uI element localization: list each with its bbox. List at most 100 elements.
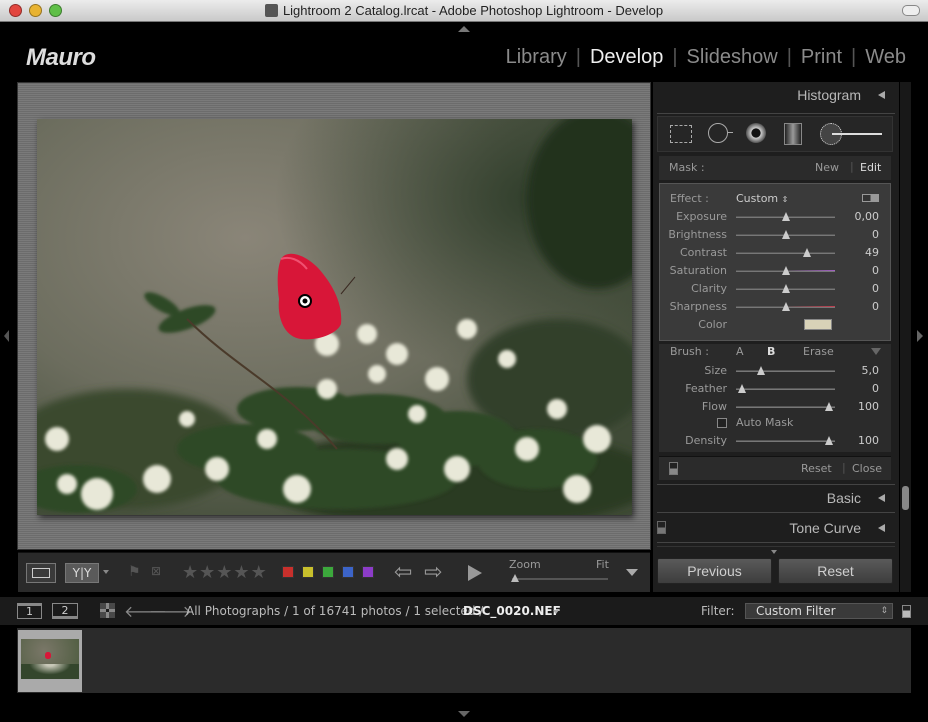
flow-slider-knob[interactable]	[825, 402, 833, 411]
histogram-label: Histogram	[797, 87, 861, 103]
filter-label: Filter:	[701, 604, 735, 618]
next-photo-arrow-icon[interactable]: ⇨	[424, 560, 442, 585]
chevron-down-icon[interactable]	[103, 570, 109, 574]
color-label-red[interactable]	[282, 566, 294, 578]
color-label-blue[interactable]	[342, 566, 354, 578]
filmstrip-thumbnail-selected[interactable]	[18, 630, 82, 692]
bottom-panel-toggle-arrow[interactable]	[458, 711, 470, 717]
zoom-slider-track[interactable]	[512, 578, 608, 580]
basic-panel-header[interactable]: Basic	[653, 485, 895, 511]
develop-toolbar: Y|Y ⚑ ⊠ ★★★★★ ⇦ ⇨ Zoom Fit	[18, 552, 650, 592]
mask-new-button[interactable]: New	[815, 161, 839, 174]
exposure-value[interactable]: 0,00	[839, 210, 880, 223]
size-value[interactable]: 5,0	[839, 364, 880, 377]
feather-value[interactable]: 0	[839, 382, 879, 395]
previous-button[interactable]: Previous	[657, 558, 772, 584]
spot-removal-icon[interactable]	[708, 123, 728, 143]
tone-curve-panel-header[interactable]: Tone Curve	[653, 515, 895, 541]
tool-close-button[interactable]: Close	[852, 462, 882, 475]
left-panel-toggle-arrow[interactable]	[4, 330, 9, 342]
tool-on-off-switch[interactable]	[669, 462, 678, 475]
main-window-button[interactable]: 1	[17, 603, 42, 619]
red-eye-icon[interactable]	[746, 123, 766, 143]
right-panel-scrollbar[interactable]	[900, 82, 911, 592]
saturation-slider-knob[interactable]	[782, 266, 790, 275]
density-slider[interactable]	[736, 440, 835, 442]
previous-photo-arrow-icon[interactable]: ⇦	[394, 560, 412, 585]
mask-edit-button[interactable]: Edit	[860, 161, 881, 174]
tool-reset-button[interactable]: Reset	[801, 462, 832, 475]
feather-slider[interactable]	[736, 388, 835, 390]
contrast-slider[interactable]	[736, 252, 835, 254]
grid-view-icon[interactable]	[100, 603, 115, 618]
brush-collapse-triangle-icon[interactable]	[871, 348, 881, 355]
auto-mask-checkbox[interactable]	[717, 418, 727, 428]
clarity-slider-knob[interactable]	[782, 284, 790, 293]
saturation-value[interactable]: 0	[839, 264, 879, 277]
clarity-label: Clarity	[691, 282, 727, 295]
collapse-triangle-icon[interactable]	[878, 524, 885, 532]
filmstrip-breadcrumb[interactable]: All Photographs / 1 of 16741 photos / 1 …	[186, 604, 483, 618]
mask-row: Mask : New | Edit	[659, 156, 891, 180]
window-title: Lightroom 2 Catalog.lrcat - Adobe Photos…	[282, 3, 664, 18]
graduated-filter-icon[interactable]	[784, 123, 802, 145]
size-slider[interactable]	[736, 370, 835, 372]
right-panel-toggle-arrow[interactable]	[917, 330, 923, 342]
flow-value[interactable]: 100	[839, 400, 879, 413]
color-label: Color	[698, 318, 727, 331]
module-develop[interactable]: Develop	[590, 46, 663, 68]
brightness-slider-knob[interactable]	[782, 230, 790, 239]
clarity-value[interactable]: 0	[839, 282, 879, 295]
second-window-button[interactable]: 2	[52, 603, 78, 619]
module-slideshow[interactable]: Slideshow	[687, 46, 778, 68]
toolbar-toggle-button[interactable]	[902, 5, 920, 16]
contrast-value[interactable]: 49	[839, 246, 879, 259]
size-slider-knob[interactable]	[757, 366, 765, 375]
effect-preset-select[interactable]: Custom ⇕	[736, 192, 788, 205]
filter-lock-switch[interactable]	[902, 605, 911, 618]
reject-flag-icon[interactable]: ⊠	[151, 564, 163, 580]
brush-erase-button[interactable]: Erase	[803, 345, 834, 358]
color-label-purple[interactable]	[362, 566, 374, 578]
crop-overlay-icon[interactable]	[670, 125, 692, 143]
flow-slider[interactable]	[736, 406, 835, 408]
color-label-green[interactable]	[322, 566, 334, 578]
filmstrip-filename[interactable]: DSC_0020.NEF	[463, 604, 561, 618]
toolbar-menu-chevron-icon[interactable]	[626, 569, 638, 576]
photo-butterfly[interactable]	[37, 119, 632, 515]
zoom-fit-label: Fit	[596, 558, 609, 571]
histogram-panel-header[interactable]: Histogram	[653, 82, 895, 108]
star-rating[interactable]: ★★★★★	[182, 562, 268, 583]
tone-curve-label: Tone Curve	[789, 520, 861, 536]
collapse-triangle-icon[interactable]	[878, 494, 885, 502]
sharpness-slider-knob[interactable]	[782, 302, 790, 311]
before-after-view-button[interactable]: Y|Y	[65, 563, 99, 583]
collapse-triangle-icon[interactable]	[878, 91, 885, 99]
size-label: Size	[704, 364, 727, 377]
top-panel-toggle-arrow[interactable]	[458, 26, 470, 32]
identity-plate: Mauro	[26, 44, 96, 71]
flag-icon[interactable]: ⚑	[128, 564, 141, 580]
brush-b-button[interactable]: B	[767, 345, 775, 358]
feather-slider-knob[interactable]	[738, 384, 746, 393]
color-swatch[interactable]	[804, 319, 832, 330]
sharpness-value[interactable]: 0	[839, 300, 879, 313]
module-print[interactable]: Print	[801, 46, 842, 68]
brush-a-button[interactable]: A	[736, 345, 744, 358]
play-slideshow-icon[interactable]	[468, 565, 482, 581]
chevron-down-icon[interactable]	[553, 610, 559, 614]
module-web[interactable]: Web	[865, 46, 906, 68]
reset-button[interactable]: Reset	[778, 558, 893, 584]
loupe-view-button[interactable]	[26, 563, 56, 583]
effect-toggle-switch[interactable]	[862, 194, 879, 202]
color-label-yellow[interactable]	[302, 566, 314, 578]
exposure-slider-knob[interactable]	[782, 212, 790, 221]
density-slider-knob[interactable]	[825, 436, 833, 445]
filter-select[interactable]: Custom Filter ⇕	[745, 603, 893, 619]
contrast-slider-knob[interactable]	[803, 248, 811, 257]
scrollbar-thumb[interactable]	[902, 486, 909, 510]
module-library[interactable]: Library	[506, 46, 567, 68]
brightness-value[interactable]: 0	[839, 228, 879, 241]
zoom-slider-knob[interactable]	[511, 574, 519, 582]
density-value[interactable]: 100	[839, 434, 879, 447]
